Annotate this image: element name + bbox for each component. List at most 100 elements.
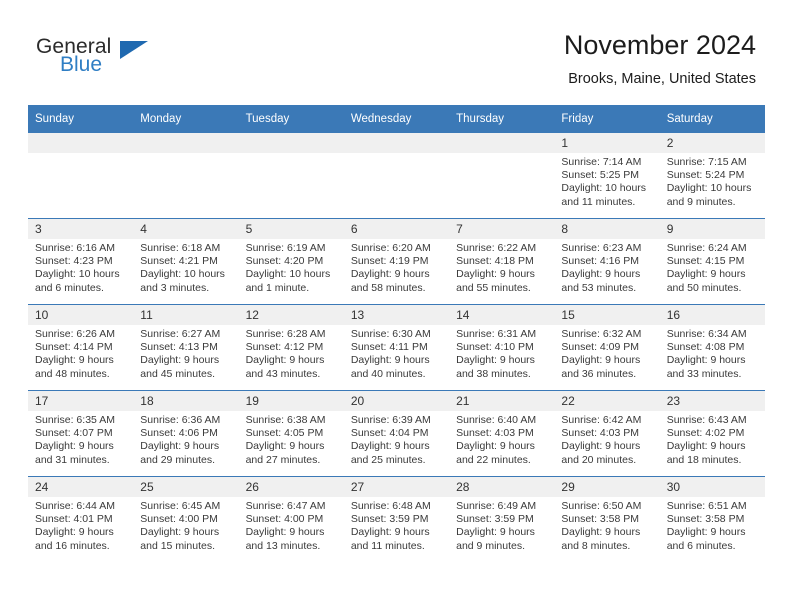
- calendar-day-cell[interactable]: 28 Sunrise: 6:49 AM Sunset: 3:59 PM Dayligh…: [449, 476, 555, 562]
- sunrise-text: Sunrise: 6:48 AM: [350, 500, 431, 512]
- calendar-day-cell[interactable]: 4 Sunrise: 6:18 AM Sunset: 4:21 PM Daylight…: [133, 218, 239, 305]
- calendar-day-cell[interactable]: 11 Sunrise: 6:27 AM Sunset: 4:13 PM Dayligh…: [133, 304, 239, 391]
- day-number: 21: [449, 391, 555, 411]
- daylight-text: Daylight: 9 hours and 43 minutes.: [245, 354, 325, 380]
- day-sun-info: Sunrise: 6:36 AM Sunset: 4:06 PM Daylight:…: [133, 411, 238, 467]
- general-blue-logo[interactable]: General Blue: [36, 36, 226, 88]
- day-number: 16: [659, 305, 765, 325]
- calendar-day-cell[interactable]: 7 Sunrise: 6:22 AM Sunset: 4:18 PM Daylight…: [449, 218, 555, 305]
- calendar-day-cell[interactable]: 17 Sunrise: 6:35 AM Sunset: 4:07 PM Dayligh…: [28, 390, 134, 477]
- calendar-day-cell[interactable]: 25 Sunrise: 6:45 AM Sunset: 4:00 PM Dayligh…: [133, 476, 239, 562]
- sunset-text: Sunset: 4:12 PM: [245, 341, 324, 354]
- sunset-text: Sunset: 4:08 PM: [666, 341, 745, 354]
- sunrise-text: Sunrise: 6:42 AM: [561, 414, 642, 426]
- sunset-text: Sunset: 4:13 PM: [140, 341, 218, 354]
- calendar-day-cell[interactable]: 13 Sunrise: 6:30 AM Sunset: 4:11 PM Dayligh…: [343, 304, 450, 391]
- weekday-header-saturday: Saturday: [659, 105, 765, 133]
- calendar-body: 1 Sunrise: 7:14 AM Sunset: 5:25 PM Daylight…: [28, 133, 765, 562]
- day-sun-info: Sunrise: 6:26 AM Sunset: 4:14 PM Daylight:…: [28, 325, 133, 381]
- daylight-text: Daylight: 9 hours and 48 minutes.: [35, 354, 114, 380]
- calendar-day-cell-empty: [343, 133, 450, 219]
- calendar-day-cell[interactable]: 1 Sunrise: 7:14 AM Sunset: 5:25 PM Daylight…: [554, 133, 660, 219]
- sunset-text: Sunset: 4:21 PM: [140, 255, 218, 268]
- calendar-day-cell[interactable]: 10 Sunrise: 6:26 AM Sunset: 4:14 PM Dayligh…: [28, 304, 134, 391]
- sunrise-text: Sunrise: 6:44 AM: [35, 500, 115, 512]
- calendar-day-cell[interactable]: 24 Sunrise: 6:44 AM Sunset: 4:01 PM Dayligh…: [28, 476, 134, 562]
- sunset-text: Sunset: 3:58 PM: [561, 513, 640, 526]
- day-sun-info: Sunrise: 6:42 AM Sunset: 4:03 PM Daylight:…: [554, 411, 659, 467]
- day-sun-info: Sunrise: 6:19 AM Sunset: 4:20 PM Daylight:…: [239, 239, 344, 295]
- day-number: 8: [554, 219, 660, 239]
- day-sun-info: Sunrise: 6:23 AM Sunset: 4:16 PM Daylight:…: [554, 239, 659, 295]
- calendar-day-cell[interactable]: 15 Sunrise: 6:32 AM Sunset: 4:09 PM Dayligh…: [554, 304, 660, 391]
- daylight-text: Daylight: 9 hours and 33 minutes.: [666, 354, 746, 380]
- day-sun-info: Sunrise: 6:50 AM Sunset: 3:58 PM Daylight:…: [554, 497, 659, 553]
- calendar-day-cell[interactable]: 19 Sunrise: 6:38 AM Sunset: 4:05 PM Dayligh…: [238, 390, 344, 477]
- calendar-day-cell[interactable]: 3 Sunrise: 6:16 AM Sunset: 4:23 PM Daylight…: [28, 218, 134, 305]
- calendar-day-cell[interactable]: 29 Sunrise: 6:50 AM Sunset: 3:58 PM Dayligh…: [554, 476, 660, 562]
- calendar-day-cell[interactable]: 16 Sunrise: 6:34 AM Sunset: 4:08 PM Dayligh…: [659, 304, 765, 391]
- calendar-day-cell[interactable]: 9 Sunrise: 6:24 AM Sunset: 4:15 PM Daylight…: [659, 218, 765, 305]
- calendar-day-cell[interactable]: 23 Sunrise: 6:43 AM Sunset: 4:02 PM Dayligh…: [659, 390, 765, 477]
- sunset-text: Sunset: 4:01 PM: [35, 513, 113, 526]
- sunrise-text: Sunrise: 6:47 AM: [245, 500, 326, 512]
- weekday-header-friday: Friday: [554, 105, 660, 133]
- sunset-text: Sunset: 4:07 PM: [35, 427, 113, 440]
- calendar-day-cell[interactable]: 5 Sunrise: 6:19 AM Sunset: 4:20 PM Daylight…: [238, 218, 344, 305]
- sunset-text: Sunset: 4:16 PM: [561, 255, 640, 268]
- day-number: 4: [133, 219, 239, 239]
- day-number: 29: [554, 477, 660, 497]
- sunset-text: Sunset: 3:59 PM: [350, 513, 429, 526]
- daylight-text: Daylight: 9 hours and 20 minutes.: [561, 440, 641, 466]
- weekday-header-tuesday: Tuesday: [238, 105, 344, 133]
- calendar-day-cell[interactable]: 6 Sunrise: 6:20 AM Sunset: 4:19 PM Daylight…: [343, 218, 450, 305]
- calendar-day-cell[interactable]: 14 Sunrise: 6:31 AM Sunset: 4:10 PM Dayligh…: [449, 304, 555, 391]
- calendar-day-cell[interactable]: 22 Sunrise: 6:42 AM Sunset: 4:03 PM Dayligh…: [554, 390, 660, 477]
- daylight-text: Daylight: 9 hours and 11 minutes.: [350, 526, 430, 552]
- daylight-text: Daylight: 10 hours and 9 minutes.: [666, 182, 752, 208]
- calendar-day-cell[interactable]: 12 Sunrise: 6:28 AM Sunset: 4:12 PM Dayligh…: [238, 304, 344, 391]
- day-sun-info: Sunrise: 6:16 AM Sunset: 4:23 PM Daylight:…: [28, 239, 133, 295]
- daylight-text: Daylight: 10 hours and 3 minutes.: [140, 268, 225, 294]
- page-title: November 2024: [563, 30, 756, 60]
- daylight-text: Daylight: 9 hours and 13 minutes.: [245, 526, 325, 552]
- sunrise-text: Sunrise: 6:23 AM: [561, 242, 642, 254]
- sunset-text: Sunset: 4:04 PM: [350, 427, 429, 440]
- weekday-header-row: Sunday Monday Tuesday Wednesday Thursday…: [28, 105, 765, 133]
- day-number: [28, 133, 134, 153]
- day-number: [343, 133, 450, 153]
- sunrise-text: Sunrise: 6:43 AM: [666, 414, 747, 426]
- sunset-text: Sunset: 4:03 PM: [561, 427, 640, 440]
- calendar-day-cell[interactable]: 21 Sunrise: 6:40 AM Sunset: 4:03 PM Dayligh…: [449, 390, 555, 477]
- calendar-day-cell[interactable]: 20 Sunrise: 6:39 AM Sunset: 4:04 PM Dayligh…: [343, 390, 450, 477]
- sunrise-text: Sunrise: 6:27 AM: [140, 328, 221, 340]
- calendar-day-cell[interactable]: 26 Sunrise: 6:47 AM Sunset: 4:00 PM Dayligh…: [238, 476, 344, 562]
- sunset-text: Sunset: 3:59 PM: [456, 513, 534, 526]
- daylight-text: Daylight: 9 hours and 53 minutes.: [561, 268, 641, 294]
- day-number: 2: [659, 133, 765, 153]
- sunset-text: Sunset: 4:14 PM: [35, 341, 113, 354]
- calendar-day-cell[interactable]: 30 Sunrise: 6:51 AM Sunset: 3:58 PM Dayligh…: [659, 476, 765, 562]
- sunset-text: Sunset: 4:02 PM: [666, 427, 745, 440]
- calendar-day-cell[interactable]: 8 Sunrise: 6:23 AM Sunset: 4:16 PM Daylight…: [554, 218, 660, 305]
- day-sun-info: Sunrise: 6:40 AM Sunset: 4:03 PM Daylight:…: [449, 411, 554, 467]
- daylight-text: Daylight: 9 hours and 58 minutes.: [350, 268, 430, 294]
- day-number: 5: [238, 219, 344, 239]
- calendar-day-cell[interactable]: 18 Sunrise: 6:36 AM Sunset: 4:06 PM Dayligh…: [133, 390, 239, 477]
- day-sun-info: Sunrise: 6:43 AM Sunset: 4:02 PM Daylight:…: [660, 411, 765, 467]
- calendar-day-cell[interactable]: 27 Sunrise: 6:48 AM Sunset: 3:59 PM Dayligh…: [343, 476, 450, 562]
- day-sun-info: Sunrise: 6:32 AM Sunset: 4:09 PM Daylight:…: [554, 325, 659, 381]
- day-number: 27: [343, 477, 450, 497]
- sunset-text: Sunset: 4:23 PM: [35, 255, 113, 268]
- day-number: 14: [449, 305, 555, 325]
- calendar-day-cell[interactable]: 2 Sunrise: 7:15 AM Sunset: 5:24 PM Daylight…: [659, 133, 765, 219]
- day-sun-info: Sunrise: 6:35 AM Sunset: 4:07 PM Daylight:…: [28, 411, 133, 467]
- sunset-text: Sunset: 4:20 PM: [245, 255, 324, 268]
- daylight-text: Daylight: 9 hours and 6 minutes.: [666, 526, 746, 552]
- day-number: 17: [28, 391, 134, 411]
- day-sun-info: Sunrise: 6:31 AM Sunset: 4:10 PM Daylight:…: [449, 325, 554, 381]
- day-number: 1: [554, 133, 660, 153]
- day-sun-info: Sunrise: 6:27 AM Sunset: 4:13 PM Daylight:…: [133, 325, 238, 381]
- daylight-text: Daylight: 9 hours and 38 minutes.: [456, 354, 535, 380]
- day-number: 10: [28, 305, 134, 325]
